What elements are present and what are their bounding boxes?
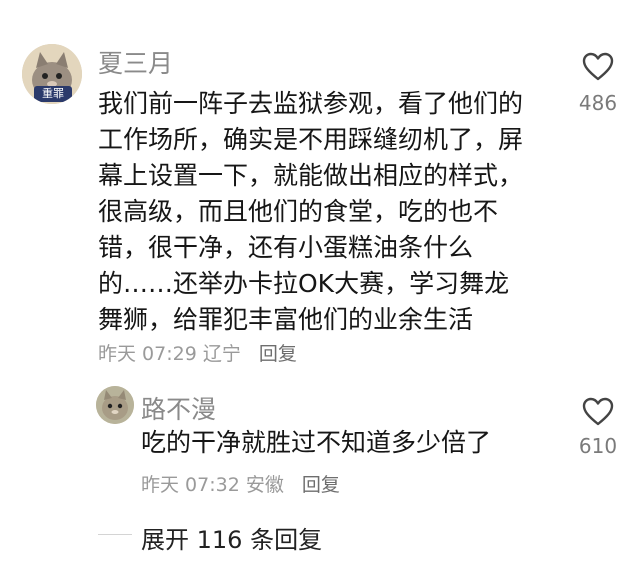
cat-avatar-icon: [96, 386, 134, 424]
reply-comment-username[interactable]: 路不漫: [141, 390, 216, 426]
heart-outline-icon: [582, 52, 614, 81]
reply-comment-text: 吃的干净就胜过不知道多少倍了: [141, 428, 492, 457]
like-button[interactable]: [582, 397, 614, 427]
like-count: 486: [578, 91, 618, 115]
comment-line: 的……还举办卡拉OK大赛，学习舞龙: [98, 269, 510, 298]
main-comment-meta: 昨天 07:29 辽宁 回复: [98, 339, 297, 366]
reply-button[interactable]: 回复: [259, 343, 297, 365]
comment-location: 安徽: [245, 474, 284, 496]
comment-location: 辽宁: [202, 343, 241, 365]
heart-outline-icon: [582, 397, 614, 426]
comment-line: 工作场所，确实是不用踩缝纫机了，屏: [98, 125, 524, 154]
comment-time: 昨天 07:29: [98, 343, 197, 365]
expand-divider: [98, 534, 132, 535]
comment-line: 错，很干净，还有小蛋糕油条什么: [98, 233, 474, 262]
avatar-badge: 重罪: [34, 86, 72, 102]
comment-line: 很高级，而且他们的食堂，吃的也不: [98, 197, 499, 226]
like-count: 610: [578, 434, 618, 458]
main-comment-avatar[interactable]: 重罪: [22, 44, 82, 104]
comment-line: 我们前一阵子去监狱参观，看了他们的: [98, 89, 524, 118]
main-comment-username[interactable]: 夏三月: [98, 44, 173, 80]
reply-comment-avatar[interactable]: [96, 386, 134, 424]
like-button[interactable]: [582, 52, 614, 82]
comment-line: 舞狮，给罪犯丰富他们的业余生活: [98, 305, 474, 334]
main-comment-text: 我们前一阵子去监狱参观，看了他们的 工作场所，确实是不用踩缝纫机了，屏 幕上设置…: [98, 86, 568, 338]
expand-replies-button[interactable]: 展开 116 条回复: [141, 520, 322, 555]
reply-button[interactable]: 回复: [302, 474, 340, 496]
comment-line: 幕上设置一下，就能做出相应的样式，: [98, 161, 524, 190]
comment-time: 昨天 07:32: [141, 474, 240, 496]
reply-comment-meta: 昨天 07:32 安徽 回复: [141, 470, 340, 497]
